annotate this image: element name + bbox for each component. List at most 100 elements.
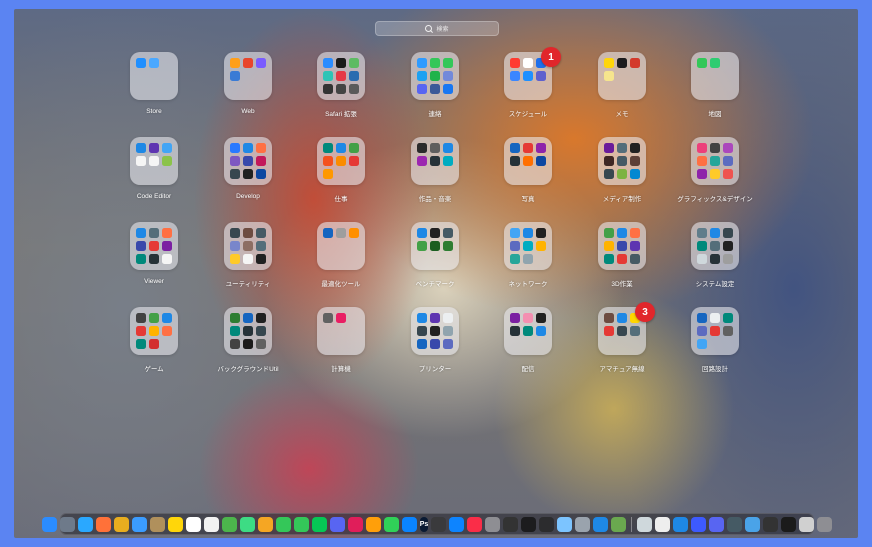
app-icon bbox=[136, 339, 146, 349]
folder-label: Web bbox=[241, 108, 255, 115]
folder-11[interactable]: 写真 bbox=[483, 137, 573, 203]
chrome-icon[interactable] bbox=[113, 516, 129, 532]
maps-icon[interactable] bbox=[221, 516, 237, 532]
folder-label: 作品・音楽 bbox=[418, 196, 452, 203]
folder-27[interactable]: 回路設計 bbox=[670, 307, 760, 373]
final-cut-icon[interactable] bbox=[431, 516, 447, 532]
folder-24[interactable]: プリンター bbox=[390, 307, 480, 373]
trash-icon[interactable] bbox=[817, 516, 833, 532]
launchpad-icon[interactable] bbox=[59, 516, 75, 532]
folder-3[interactable]: 連絡 bbox=[390, 52, 480, 118]
folder-icon[interactable] bbox=[745, 516, 761, 532]
find-my-icon[interactable] bbox=[239, 516, 255, 532]
cube-icon[interactable] bbox=[691, 516, 707, 532]
xcode-icon[interactable] bbox=[593, 516, 609, 532]
settings-icon[interactable] bbox=[485, 516, 501, 532]
disk-utility-icon[interactable] bbox=[575, 516, 591, 532]
folder-icon bbox=[411, 137, 459, 185]
folder-13[interactable]: グラフィックス&デザイン bbox=[670, 137, 760, 203]
folder-7[interactable]: Code Editor bbox=[109, 137, 199, 200]
preview-icon[interactable] bbox=[557, 516, 573, 532]
folder-25[interactable]: 配信 bbox=[483, 307, 573, 373]
folder-5[interactable]: メモ bbox=[577, 52, 667, 118]
firefox-icon[interactable] bbox=[95, 516, 111, 532]
folder-17[interactable]: ベンチマーク bbox=[390, 222, 480, 288]
activity-icon[interactable] bbox=[503, 516, 519, 532]
app-icon bbox=[536, 143, 546, 153]
line-icon[interactable] bbox=[311, 516, 327, 532]
terminal-icon[interactable] bbox=[521, 516, 537, 532]
facetime-icon[interactable] bbox=[275, 516, 291, 532]
app-icon bbox=[630, 326, 640, 336]
app-store-icon[interactable] bbox=[449, 516, 465, 532]
downloads-icon[interactable] bbox=[799, 516, 815, 532]
app-a-icon[interactable] bbox=[763, 516, 779, 532]
app-icon bbox=[697, 143, 707, 153]
screen-icon[interactable] bbox=[727, 516, 743, 532]
folder-15[interactable]: ユーティリティ bbox=[203, 222, 293, 288]
folder-2[interactable]: Safari 拡張 bbox=[296, 52, 386, 118]
folder-9[interactable]: 仕事 bbox=[296, 137, 386, 203]
folder-21[interactable]: ゲーム bbox=[109, 307, 199, 373]
music-icon[interactable] bbox=[467, 516, 483, 532]
app-b-icon[interactable] bbox=[781, 516, 797, 532]
app-icon bbox=[417, 339, 427, 349]
discord-icon[interactable] bbox=[329, 516, 345, 532]
notes-icon[interactable] bbox=[167, 516, 183, 532]
app-icon bbox=[604, 254, 614, 264]
folder-18[interactable]: ネットワーク bbox=[483, 222, 573, 288]
folder-12[interactable]: メディア制作 bbox=[577, 137, 667, 203]
folder-14[interactable]: Viewer bbox=[109, 222, 199, 285]
folder-label: ゲーム bbox=[144, 366, 164, 373]
folder-icon bbox=[411, 52, 459, 100]
app-icon bbox=[136, 228, 146, 238]
app-icon bbox=[630, 143, 640, 153]
discord-alt-icon[interactable] bbox=[709, 516, 725, 532]
notes-book-icon[interactable] bbox=[149, 516, 165, 532]
folder-10[interactable]: 作品・音楽 bbox=[390, 137, 480, 203]
photoshop-icon[interactable]: Ps bbox=[419, 516, 429, 532]
photos-icon[interactable] bbox=[257, 516, 273, 532]
box-icon[interactable] bbox=[673, 516, 689, 532]
minecraft-icon[interactable] bbox=[611, 516, 627, 532]
folder-label: Develop bbox=[236, 193, 260, 200]
folder-label: グラフィックス&デザイン bbox=[677, 196, 753, 203]
search-field[interactable]: 検索 bbox=[375, 21, 499, 36]
safari-icon[interactable] bbox=[77, 516, 93, 532]
folder-8[interactable]: Develop bbox=[203, 137, 293, 200]
folder-20[interactable]: システム設定 bbox=[670, 222, 760, 288]
folder-label: アマチュア無線 bbox=[599, 366, 645, 373]
folder-icon bbox=[411, 222, 459, 270]
folder-label: ネットワーク bbox=[508, 281, 548, 288]
script-icon[interactable] bbox=[655, 516, 671, 532]
pages-icon[interactable] bbox=[365, 516, 381, 532]
folder-22[interactable]: バックグラウンドUtil bbox=[203, 307, 293, 373]
app-icon bbox=[536, 228, 546, 238]
app-icon bbox=[604, 143, 614, 153]
folder-1[interactable]: Web bbox=[203, 52, 293, 115]
folder-0[interactable]: Store bbox=[109, 52, 199, 115]
folder-4[interactable]: スケジュール 1 bbox=[483, 47, 573, 118]
app-icon bbox=[162, 241, 172, 251]
calendar-icon[interactable] bbox=[185, 516, 201, 532]
console-icon[interactable] bbox=[539, 516, 555, 532]
reminders-icon[interactable] bbox=[203, 516, 219, 532]
notes-alt-icon[interactable] bbox=[637, 516, 653, 532]
folder-label: 3D作業 bbox=[611, 281, 633, 288]
folder-23[interactable]: 計算機 bbox=[296, 307, 386, 373]
mail-icon[interactable] bbox=[131, 516, 147, 532]
finder-icon[interactable] bbox=[41, 516, 57, 532]
folder-26[interactable]: アマチュア無線 3 bbox=[577, 302, 667, 373]
folder-16[interactable]: 最適化ツール bbox=[296, 222, 386, 288]
folder-6[interactable]: 地図 bbox=[670, 52, 760, 118]
app-icon bbox=[443, 228, 453, 238]
keynote-icon[interactable] bbox=[401, 516, 417, 532]
numbers-icon[interactable] bbox=[383, 516, 399, 532]
folder-19[interactable]: 3D作業 bbox=[577, 222, 667, 288]
folder-icon bbox=[317, 52, 365, 100]
search-icon bbox=[425, 25, 433, 32]
app-icon bbox=[630, 156, 640, 166]
app-icon bbox=[697, 313, 707, 323]
messages-icon[interactable] bbox=[293, 516, 309, 532]
slack-icon[interactable] bbox=[347, 516, 363, 532]
